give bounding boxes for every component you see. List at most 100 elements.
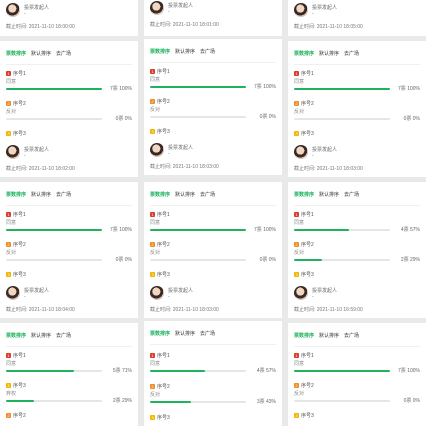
- rank-badge: 2: [6, 412, 11, 418]
- rank-badge: 3: [150, 271, 155, 277]
- vote-bar: [294, 229, 390, 231]
- tab-sort-by-votes[interactable]: 票数排序: [150, 49, 170, 55]
- vote-count: 0票 0%: [259, 257, 276, 263]
- option-item[interactable]: 2 序号2 反对 0票 0%: [6, 240, 132, 264]
- tab-go-square[interactable]: 去广场: [344, 333, 359, 339]
- option-name: 同意: [294, 220, 305, 226]
- option-item[interactable]: 1 序号1 同意 7票 100%: [6, 210, 132, 234]
- vote-bar: [150, 116, 246, 118]
- tab-default-sort[interactable]: 默认排序: [31, 192, 51, 198]
- option-item[interactable]: 1 序号1 同意 7票 100%: [6, 69, 132, 93]
- sort-tabs: 票数排序 默认排序 去广场: [150, 330, 220, 340]
- option-item[interactable]: 2 序号2 反对 0票 0%: [294, 99, 420, 123]
- option-name: 同意: [150, 220, 161, 226]
- vote-count: 2票 29%: [400, 257, 420, 263]
- tab-default-sort[interactable]: 默认排序: [31, 51, 51, 57]
- tab-sort-by-votes[interactable]: 票数排序: [6, 192, 26, 198]
- initiator-name: 投票发起人: [24, 4, 50, 11]
- option-item[interactable]: 3 序号3: [6, 270, 132, 280]
- tab-sort-by-votes[interactable]: 票数排序: [6, 51, 26, 57]
- option-item[interactable]: 3 序号3: [294, 270, 420, 280]
- tab-go-square[interactable]: 去广场: [200, 49, 215, 55]
- tab-sort-by-votes[interactable]: 票数排序: [294, 51, 314, 57]
- option-title: 序号2: [157, 241, 170, 248]
- option-item[interactable]: 2 序号2: [6, 411, 132, 421]
- deadline: 截止时间: 2021-11-10 18:00:00: [6, 24, 75, 30]
- option-item[interactable]: 3 序号3: [294, 129, 420, 139]
- tab-go-square[interactable]: 去广场: [56, 333, 71, 339]
- option-item[interactable]: 1 序号1 同意 7票 100%: [150, 67, 276, 91]
- option-item[interactable]: 1 序号1 同意 7票 100%: [294, 351, 420, 375]
- vote-card: 投票发起人 - 截止时间: 2021-11-10 18:01:00: [144, 0, 282, 36]
- rank-badge: 3: [294, 271, 299, 277]
- tab-go-square[interactable]: 去广场: [344, 192, 359, 198]
- option-title: 序号3: [157, 271, 170, 278]
- option-name: 同意: [150, 77, 161, 83]
- option-item[interactable]: 1 序号1 同意 7票 100%: [294, 69, 420, 93]
- tab-default-sort[interactable]: 默认排序: [319, 333, 339, 339]
- option-item[interactable]: 2 序号2 反对 0票 0%: [150, 240, 276, 264]
- tab-sort-by-votes[interactable]: 票数排序: [150, 331, 170, 337]
- option-item[interactable]: 2 序号2 反对 0票 0%: [150, 97, 276, 121]
- option-title: 序号2: [157, 383, 170, 390]
- vote-bar: [6, 88, 102, 90]
- option-item[interactable]: 2 序号2 反对 2票 29%: [294, 240, 420, 264]
- initiator-row: 投票发起人 -: [6, 145, 49, 159]
- tab-go-square[interactable]: 去广场: [56, 51, 71, 57]
- option-item[interactable]: 1 序号1 同意 4票 57%: [150, 351, 276, 375]
- option-item[interactable]: 1 序号1 同意 4票 57%: [294, 210, 420, 234]
- tab-go-square[interactable]: 去广场: [200, 192, 215, 198]
- tab-sort-by-votes[interactable]: 票数排序: [6, 333, 26, 339]
- tab-go-square[interactable]: 去广场: [344, 51, 359, 57]
- option-title: 序号3: [301, 412, 314, 419]
- option-item[interactable]: 2 序号2 反对 3票 43%: [150, 382, 276, 406]
- avatar: [6, 145, 20, 159]
- tab-sort-by-votes[interactable]: 票数排序: [150, 192, 170, 198]
- avatar: [294, 145, 308, 159]
- deadline: 截止时间: 2021-11-10 18:01:00: [150, 22, 219, 28]
- rank-badge: 1: [6, 211, 11, 217]
- option-item[interactable]: 2 序号2 反对 0票 0%: [294, 381, 420, 405]
- option-name: 反对: [6, 109, 17, 115]
- option-item[interactable]: 3 序号3: [150, 127, 276, 137]
- tab-default-sort[interactable]: 默认排序: [319, 51, 339, 57]
- vote-card: 投票发起人 - 截止时间: 2021-11-10 18:05:00: [288, 0, 426, 36]
- vote-bar: [6, 400, 102, 402]
- vote-bar: [6, 118, 102, 120]
- option-title: 序号1: [13, 352, 26, 359]
- option-item[interactable]: 3 序号3: [150, 270, 276, 280]
- vote-bar: [294, 118, 390, 120]
- divider: [6, 64, 132, 65]
- sort-tabs: 票数排序 默认排序 去广场: [6, 50, 76, 60]
- rank-badge: 2: [150, 383, 155, 389]
- vote-bar: [150, 401, 246, 403]
- option-item[interactable]: 1 序号1 同意 5票 71%: [6, 351, 132, 375]
- tab-sort-by-votes[interactable]: 票数排序: [294, 192, 314, 198]
- option-item[interactable]: 1 序号1 同意 7票 100%: [150, 210, 276, 234]
- initiator-name: 投票发起人: [168, 287, 194, 294]
- option-name: 反对: [294, 391, 305, 397]
- option-item[interactable]: 3 序号3 弃权 2票 29%: [6, 381, 132, 405]
- sort-tabs: 票数排序 默认排序 去广场: [6, 332, 76, 342]
- divider: [294, 346, 420, 347]
- tab-go-square[interactable]: 去广场: [200, 331, 215, 337]
- tab-sort-by-votes[interactable]: 票数排序: [294, 333, 314, 339]
- option-title: 序号2: [13, 241, 26, 248]
- tab-default-sort[interactable]: 默认排序: [319, 192, 339, 198]
- option-title: 序号2: [13, 100, 26, 107]
- option-item[interactable]: 3 序号3: [6, 129, 132, 139]
- option-item[interactable]: 2 序号2 反对 0票 0%: [6, 99, 132, 123]
- tab-default-sort[interactable]: 默认排序: [175, 331, 195, 337]
- rank-badge: 3: [150, 414, 155, 420]
- rank-badge: 1: [294, 352, 299, 358]
- vote-count: 7票 100%: [110, 227, 132, 233]
- tab-default-sort[interactable]: 默认排序: [175, 192, 195, 198]
- avatar: [150, 286, 164, 300]
- tab-default-sort[interactable]: 默认排序: [31, 333, 51, 339]
- tab-go-square[interactable]: 去广场: [56, 192, 71, 198]
- initiator-sub: -: [312, 293, 314, 300]
- option-item[interactable]: 3 序号3: [294, 411, 420, 421]
- option-name: 反对: [6, 250, 17, 256]
- tab-default-sort[interactable]: 默认排序: [175, 49, 195, 55]
- option-item[interactable]: 3 序号3: [150, 413, 276, 423]
